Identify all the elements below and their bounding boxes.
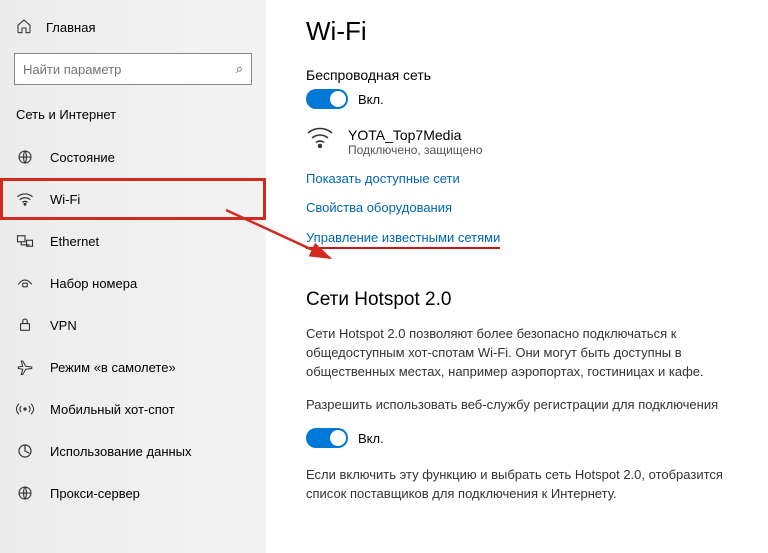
sidebar-item-label: Wi-Fi (50, 192, 80, 207)
search-input-wrap[interactable]: ⌕ (14, 53, 252, 85)
sidebar: Главная ⌕ Сеть и Интернет Состояние Wi-F… (0, 0, 266, 553)
wifi-icon (16, 190, 34, 208)
vpn-icon (16, 316, 34, 334)
sidebar-item-hotspot[interactable]: Мобильный хот-спот (0, 388, 266, 430)
sidebar-item-label: Режим «в самолете» (50, 360, 176, 375)
sidebar-item-status[interactable]: Состояние (0, 136, 266, 178)
sidebar-item-label: VPN (50, 318, 77, 333)
airplane-icon (16, 358, 34, 376)
hotspot-icon (16, 400, 34, 418)
sidebar-item-vpn[interactable]: VPN (0, 304, 266, 346)
ethernet-icon (16, 232, 34, 250)
dialup-icon (16, 274, 34, 292)
status-icon (16, 148, 34, 166)
sidebar-item-label: Ethernet (50, 234, 99, 249)
main-content: Wi-Fi Беспроводная сеть Вкл. YOTA_Top7Me… (266, 0, 768, 553)
network-status: Подключено, защищено (348, 143, 483, 157)
sidebar-item-label: Мобильный хот-спот (50, 402, 175, 417)
link-manage-known-networks[interactable]: Управление известными сетями (306, 230, 500, 249)
sidebar-item-proxy[interactable]: Прокси-сервер (0, 472, 266, 514)
sidebar-item-label: Использование данных (50, 444, 192, 459)
home-link[interactable]: Главная (0, 10, 266, 45)
data-usage-icon (16, 442, 34, 460)
nav-list: Состояние Wi-Fi Ethernet Набор номера VP (0, 136, 266, 514)
search-input[interactable] (23, 62, 236, 77)
sidebar-item-label: Набор номера (50, 276, 137, 291)
hotspot-toggle-label: Вкл. (358, 431, 384, 446)
page-title: Wi-Fi (306, 16, 742, 47)
home-icon (16, 18, 32, 37)
wifi-toggle[interactable] (306, 89, 348, 109)
sidebar-item-label: Прокси-сервер (50, 486, 140, 501)
sidebar-item-dialup[interactable]: Набор номера (0, 262, 266, 304)
link-hardware-properties[interactable]: Свойства оборудования (306, 200, 742, 215)
hotspot-note: Если включить эту функцию и выбрать сеть… (306, 466, 742, 504)
sidebar-item-ethernet[interactable]: Ethernet (0, 220, 266, 262)
search-icon: ⌕ (236, 61, 243, 77)
wifi-toggle-label: Вкл. (358, 92, 384, 107)
network-name: YOTA_Top7Media (348, 127, 483, 143)
sidebar-item-wifi[interactable]: Wi-Fi (0, 178, 266, 220)
hotspot-toggle[interactable] (306, 428, 348, 448)
sidebar-item-data-usage[interactable]: Использование данных (0, 430, 266, 472)
link-show-networks[interactable]: Показать доступные сети (306, 171, 742, 186)
home-label: Главная (46, 20, 95, 35)
wifi-toggle-row: Вкл. (306, 89, 742, 109)
wireless-heading: Беспроводная сеть (306, 67, 742, 83)
proxy-icon (16, 484, 34, 502)
wifi-signal-icon (306, 127, 334, 154)
hotspot-allow-label: Разрешить использовать веб-службу регист… (306, 396, 742, 415)
sidebar-item-label: Состояние (50, 150, 115, 165)
sidebar-item-airplane[interactable]: Режим «в самолете» (0, 346, 266, 388)
hotspot-toggle-row: Вкл. (306, 428, 742, 448)
current-network[interactable]: YOTA_Top7Media Подключено, защищено (306, 127, 742, 157)
hotspot-heading: Сети Hotspot 2.0 (306, 289, 742, 311)
section-label: Сеть и Интернет (0, 99, 266, 136)
hotspot-description: Сети Hotspot 2.0 позволяют более безопас… (306, 325, 742, 382)
